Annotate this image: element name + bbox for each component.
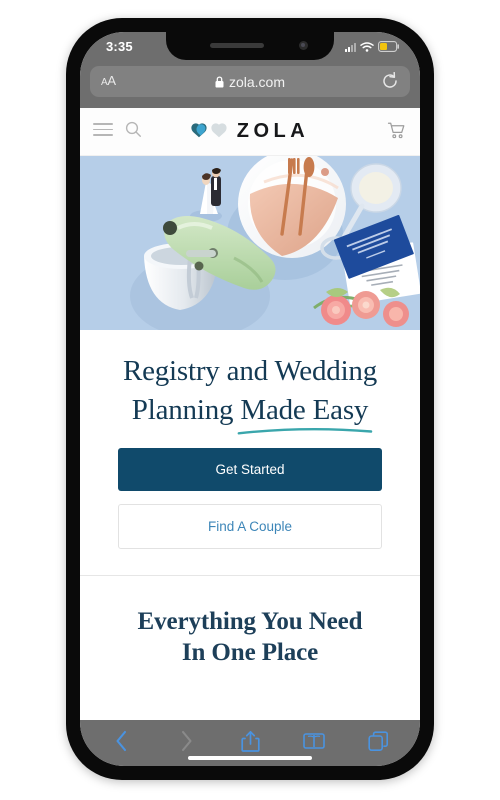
forward-button[interactable] [164, 725, 208, 757]
double-heart-icon [191, 121, 229, 143]
reload-icon[interactable] [381, 71, 399, 95]
cta-button-group: Get Started Find A Couple [96, 448, 404, 550]
speaker-grille-icon [210, 43, 264, 48]
section-heading: Everything You Need In One Place [80, 576, 420, 668]
safari-bottom-toolbar [80, 720, 420, 766]
home-indicator [188, 756, 312, 760]
status-icons-group [345, 41, 400, 52]
bookmarks-button[interactable] [292, 725, 336, 757]
underline-swoosh-icon [237, 428, 373, 435]
phone-frame: ZOLA Registry and Wedding Planning Made … [66, 18, 434, 780]
hero-image [80, 156, 420, 330]
shopping-cart-icon[interactable] [387, 121, 406, 145]
search-icon[interactable] [125, 121, 142, 138]
back-button[interactable] [100, 725, 144, 757]
hamburger-menu-icon[interactable] [93, 123, 113, 136]
tabs-button[interactable] [356, 725, 400, 757]
battery-icon [378, 41, 400, 52]
section-heading-line-1: Everything You Need [137, 608, 363, 636]
front-camera-icon [299, 41, 308, 50]
device-notch [166, 32, 334, 60]
headline-line-2-prefix: Planning [131, 393, 241, 426]
url-center-group: zola.com [90, 66, 410, 97]
url-bar[interactable]: AA zola.com [90, 66, 410, 97]
hero-copy: Registry and Wedding Planning Made Easy … [80, 330, 420, 550]
headline-line-2-underlined: Made Easy [240, 393, 369, 426]
lock-icon [215, 75, 224, 87]
phone-screen: ZOLA Registry and Wedding Planning Made … [80, 32, 420, 766]
headline-underlined-phrase: Made Easy [237, 391, 373, 435]
nav-left-group [93, 121, 142, 138]
browser-web-content: ZOLA Registry and Wedding Planning Made … [80, 108, 420, 720]
status-time: 3:35 [106, 39, 133, 54]
wifi-icon [360, 42, 374, 52]
zola-wordmark: ZOLA [236, 120, 310, 142]
get-started-button[interactable]: Get Started [118, 448, 382, 492]
site-navigation-bar: ZOLA [80, 108, 420, 156]
share-button[interactable] [228, 725, 272, 757]
section-heading-line-2: In One Place [181, 638, 319, 666]
zola-logo[interactable]: ZOLA [191, 120, 309, 143]
find-a-couple-button[interactable]: Find A Couple [118, 504, 382, 550]
headline-line-1: Registry and Wedding [122, 355, 378, 387]
url-text: zola.com [228, 73, 286, 90]
toolbar-row [80, 720, 420, 759]
page-title: Registry and Wedding Planning Made Easy [96, 352, 404, 435]
cellular-signal-icon [345, 43, 356, 52]
